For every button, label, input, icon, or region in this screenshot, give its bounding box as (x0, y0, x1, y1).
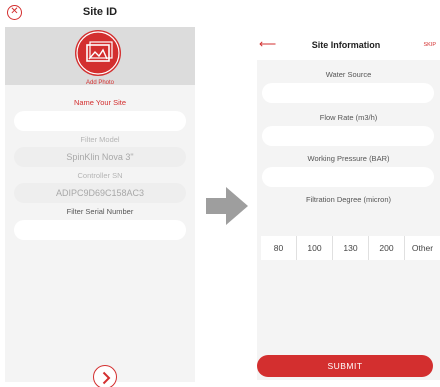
working-pressure-input[interactable] (262, 167, 434, 187)
site-name-input[interactable] (14, 111, 186, 131)
skip-link[interactable]: SKIP (423, 42, 436, 48)
next-button[interactable] (93, 365, 117, 387)
flow-rate-input[interactable] (262, 126, 434, 146)
site-id-title: Site ID (82, 6, 118, 18)
working-pressure-label: Working Pressure (BAR) (307, 154, 390, 163)
degree-option-200[interactable]: 200 (368, 236, 404, 260)
degree-option-other[interactable]: Other (404, 236, 440, 260)
degree-option-100[interactable]: 100 (296, 236, 332, 260)
degree-option-130[interactable]: 130 (332, 236, 368, 260)
controller-sn-field[interactable]: ADIPC9D69C158AC3 (14, 183, 186, 203)
filtration-degree-label: Filtration Degree (micron) (305, 195, 392, 204)
name-site-label: Name Your Site (73, 98, 127, 107)
site-id-screen: ✕ Site ID Add Photo Name Your Site Filte… (0, 0, 200, 387)
flow-rate-label: Flow Rate (m3/h) (319, 113, 378, 122)
filter-model-field[interactable]: SpinKlin Nova 3" (14, 147, 186, 167)
site-information-title: Site Information (311, 40, 381, 50)
photo-band: Add Photo (5, 27, 195, 86)
add-photo-label: Add Photo (85, 80, 115, 86)
filter-serial-label: Filter Serial Number (66, 207, 134, 216)
photo-icon (76, 31, 120, 75)
water-source-input[interactable] (262, 83, 434, 103)
controller-sn-label: Controller SN (77, 171, 123, 180)
site-id-header: ✕ Site ID (0, 0, 200, 28)
filter-serial-input[interactable] (14, 220, 186, 240)
site-information-screen: ⟵ Site Information SKIP Water Source Flo… (252, 30, 440, 380)
chevron-right-icon (102, 371, 111, 385)
submit-button[interactable]: SUBMIT (257, 355, 433, 377)
filter-model-label: Filter Model (80, 135, 120, 144)
water-source-label: Water Source (325, 70, 372, 79)
site-information-form: Water Source Flow Rate (m3/h) Working Pr… (257, 60, 440, 380)
add-photo-button[interactable] (75, 30, 121, 76)
degree-option-80[interactable]: 80 (261, 236, 296, 260)
site-id-form: Add Photo Name Your Site Filter Model Sp… (5, 27, 195, 387)
flow-arrow-icon (206, 187, 248, 225)
filtration-degree-selector: 80 100 130 200 Other (261, 236, 440, 260)
